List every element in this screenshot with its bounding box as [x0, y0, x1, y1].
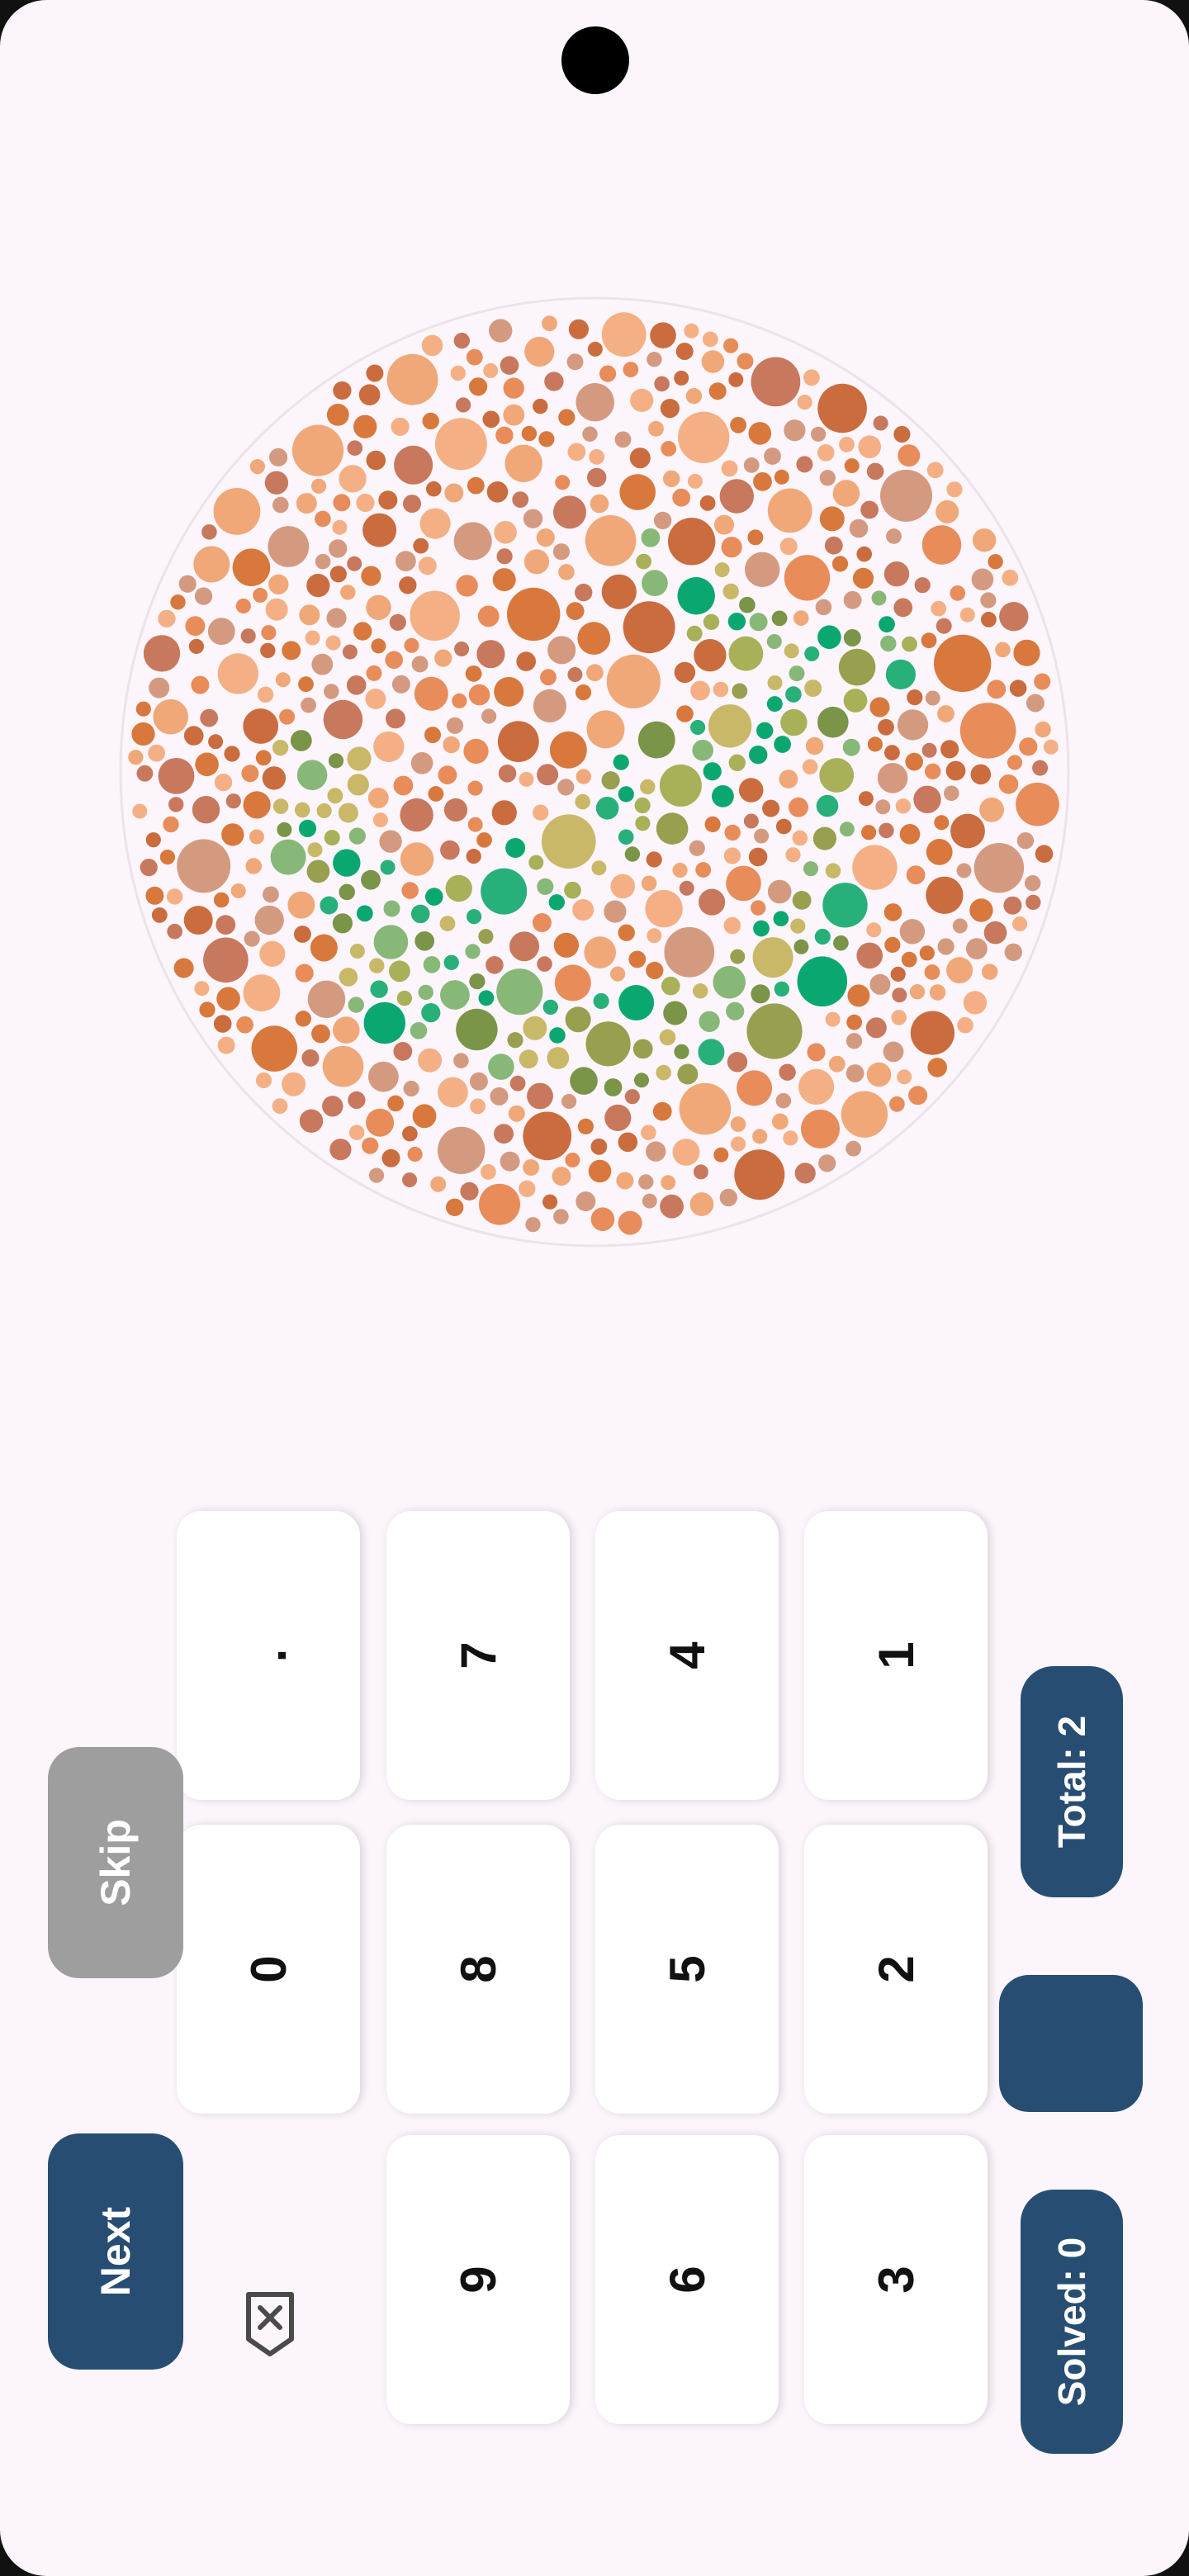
solved-counter: Solved: 0: [1021, 2190, 1123, 2454]
controls-panel: 1 2 3 4 5 6 7 8 9 . 0 Total: 2 Solved: 0…: [0, 0, 1189, 2576]
key-6[interactable]: 6: [595, 2135, 779, 2424]
backspace-icon: [246, 2292, 294, 2356]
key-7[interactable]: 7: [386, 1511, 570, 1800]
backspace-button[interactable]: [225, 2279, 315, 2370]
key-1[interactable]: 1: [804, 1511, 988, 1800]
key-0[interactable]: 0: [177, 1825, 360, 2114]
key-2[interactable]: 2: [804, 1825, 988, 2114]
key-5[interactable]: 5: [595, 1825, 779, 2114]
app-screen: 1 2 3 4 5 6 7 8 9 . 0 Total: 2 Solved: 0…: [0, 0, 1189, 2576]
next-button[interactable]: Next: [48, 2133, 183, 2370]
key-3[interactable]: 3: [804, 2135, 988, 2424]
key-decimal[interactable]: .: [177, 1511, 360, 1800]
answer-display: [999, 1975, 1143, 2112]
key-8[interactable]: 8: [386, 1825, 570, 2114]
key-9[interactable]: 9: [386, 2135, 570, 2424]
key-4[interactable]: 4: [595, 1511, 779, 1800]
total-counter: Total: 2: [1021, 1666, 1123, 1897]
skip-button[interactable]: Skip: [48, 1747, 183, 1978]
